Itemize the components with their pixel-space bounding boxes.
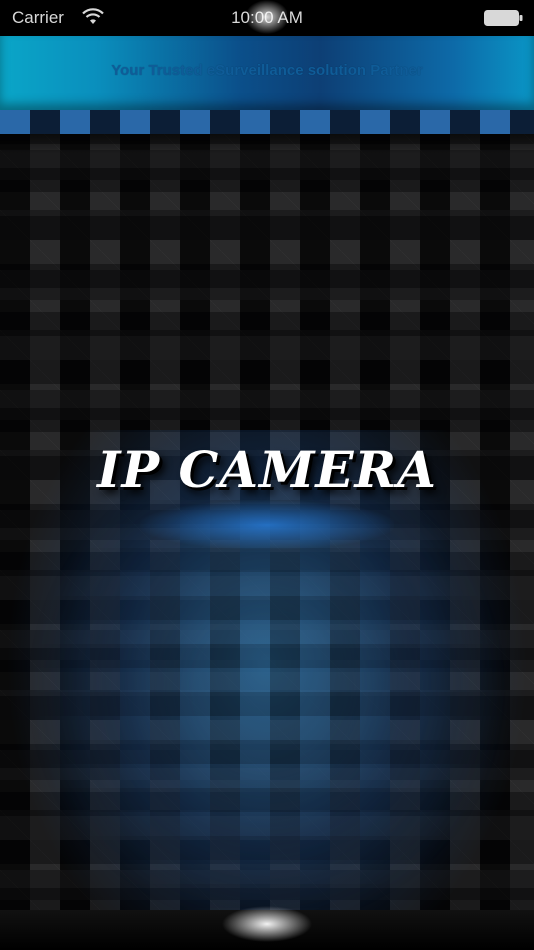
tile-strip [0,110,534,134]
lens-flare-bottom [222,904,312,944]
battery-icon [484,10,523,26]
blue-checker-overlay [0,500,534,920]
tagline-banner: Your Trusted eSurveillance solution Part… [0,36,534,110]
tile-strip-shadow [0,134,534,154]
title-glow [140,500,394,550]
splash-screen: Carrier 10:00 AM Your Trusted eSurveilla… [0,0,534,950]
app-title: IP CAMERA [97,440,437,499]
lens-flare-top [247,0,287,34]
tagline-text: Your Trusted eSurveillance solution Part… [111,62,423,79]
